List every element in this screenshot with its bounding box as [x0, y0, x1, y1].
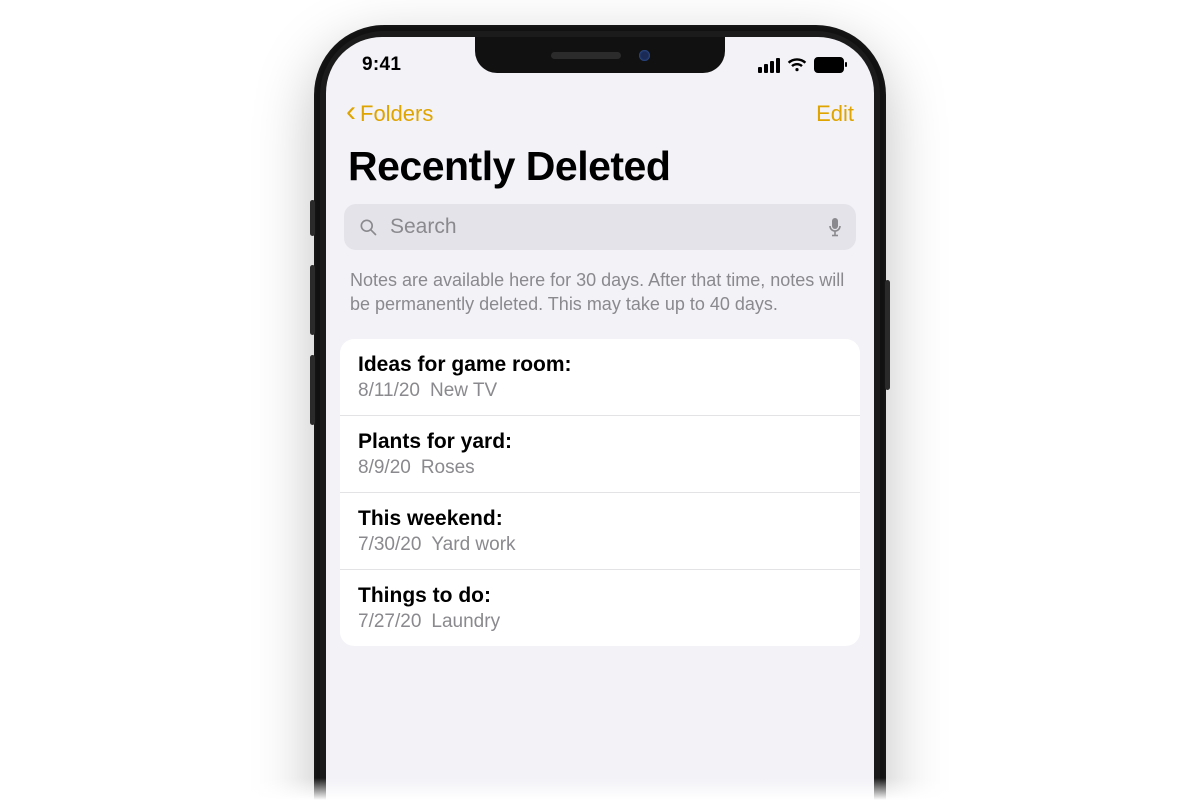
note-preview: Roses [421, 457, 475, 478]
device-notch [475, 37, 725, 73]
mute-switch [310, 200, 315, 236]
volume-down-button [310, 355, 315, 425]
back-button[interactable]: ‹ Folders [346, 99, 433, 129]
note-date: 7/27/20 [358, 611, 421, 632]
search-input[interactable] [388, 214, 818, 240]
wifi-icon [787, 58, 807, 73]
cellular-icon [758, 58, 780, 73]
volume-up-button [310, 265, 315, 335]
note-row[interactable]: This weekend: 7/30/20 Yard work [340, 493, 860, 570]
status-time: 9:41 [362, 54, 401, 76]
speaker-grille [551, 52, 621, 59]
note-title: Plants for yard: [358, 430, 842, 454]
battery-icon [814, 57, 844, 73]
note-preview: New TV [430, 380, 497, 401]
page-title: Recently Deleted [326, 137, 874, 204]
power-button [885, 280, 890, 390]
note-subtitle: 8/11/20 New TV [358, 380, 842, 402]
note-title: This weekend: [358, 507, 842, 531]
back-label: Folders [360, 101, 433, 127]
note-date: 7/30/20 [358, 534, 421, 555]
notes-list: Ideas for game room: 8/11/20 New TV Plant… [340, 339, 860, 646]
note-title: Ideas for game room: [358, 353, 842, 377]
note-row[interactable]: Things to do: 7/27/20 Laundry [340, 570, 860, 646]
note-date: 8/9/20 [358, 457, 411, 478]
note-subtitle: 8/9/20 Roses [358, 457, 842, 479]
note-preview: Yard work [431, 534, 515, 555]
note-date: 8/11/20 [358, 380, 420, 401]
microphone-icon[interactable] [828, 217, 842, 237]
front-camera [639, 50, 650, 61]
note-subtitle: 7/27/20 Laundry [358, 611, 842, 633]
note-preview: Laundry [431, 611, 500, 632]
note-title: Things to do: [358, 584, 842, 608]
edit-button[interactable]: Edit [816, 101, 854, 127]
note-row[interactable]: Ideas for game room: 8/11/20 New TV [340, 339, 860, 416]
search-field[interactable] [344, 204, 856, 250]
note-subtitle: 7/30/20 Yard work [358, 534, 842, 556]
info-banner: Notes are available here for 30 days. Af… [326, 250, 874, 339]
phone-frame: 9:41 ‹ Folders [314, 25, 886, 800]
note-row[interactable]: Plants for yard: 8/9/20 Roses [340, 416, 860, 493]
chevron-left-icon: ‹ [346, 97, 356, 127]
search-icon [358, 217, 378, 237]
nav-bar: ‹ Folders Edit [326, 89, 874, 137]
status-icons [758, 57, 844, 73]
phone-screen: 9:41 ‹ Folders [326, 37, 874, 800]
